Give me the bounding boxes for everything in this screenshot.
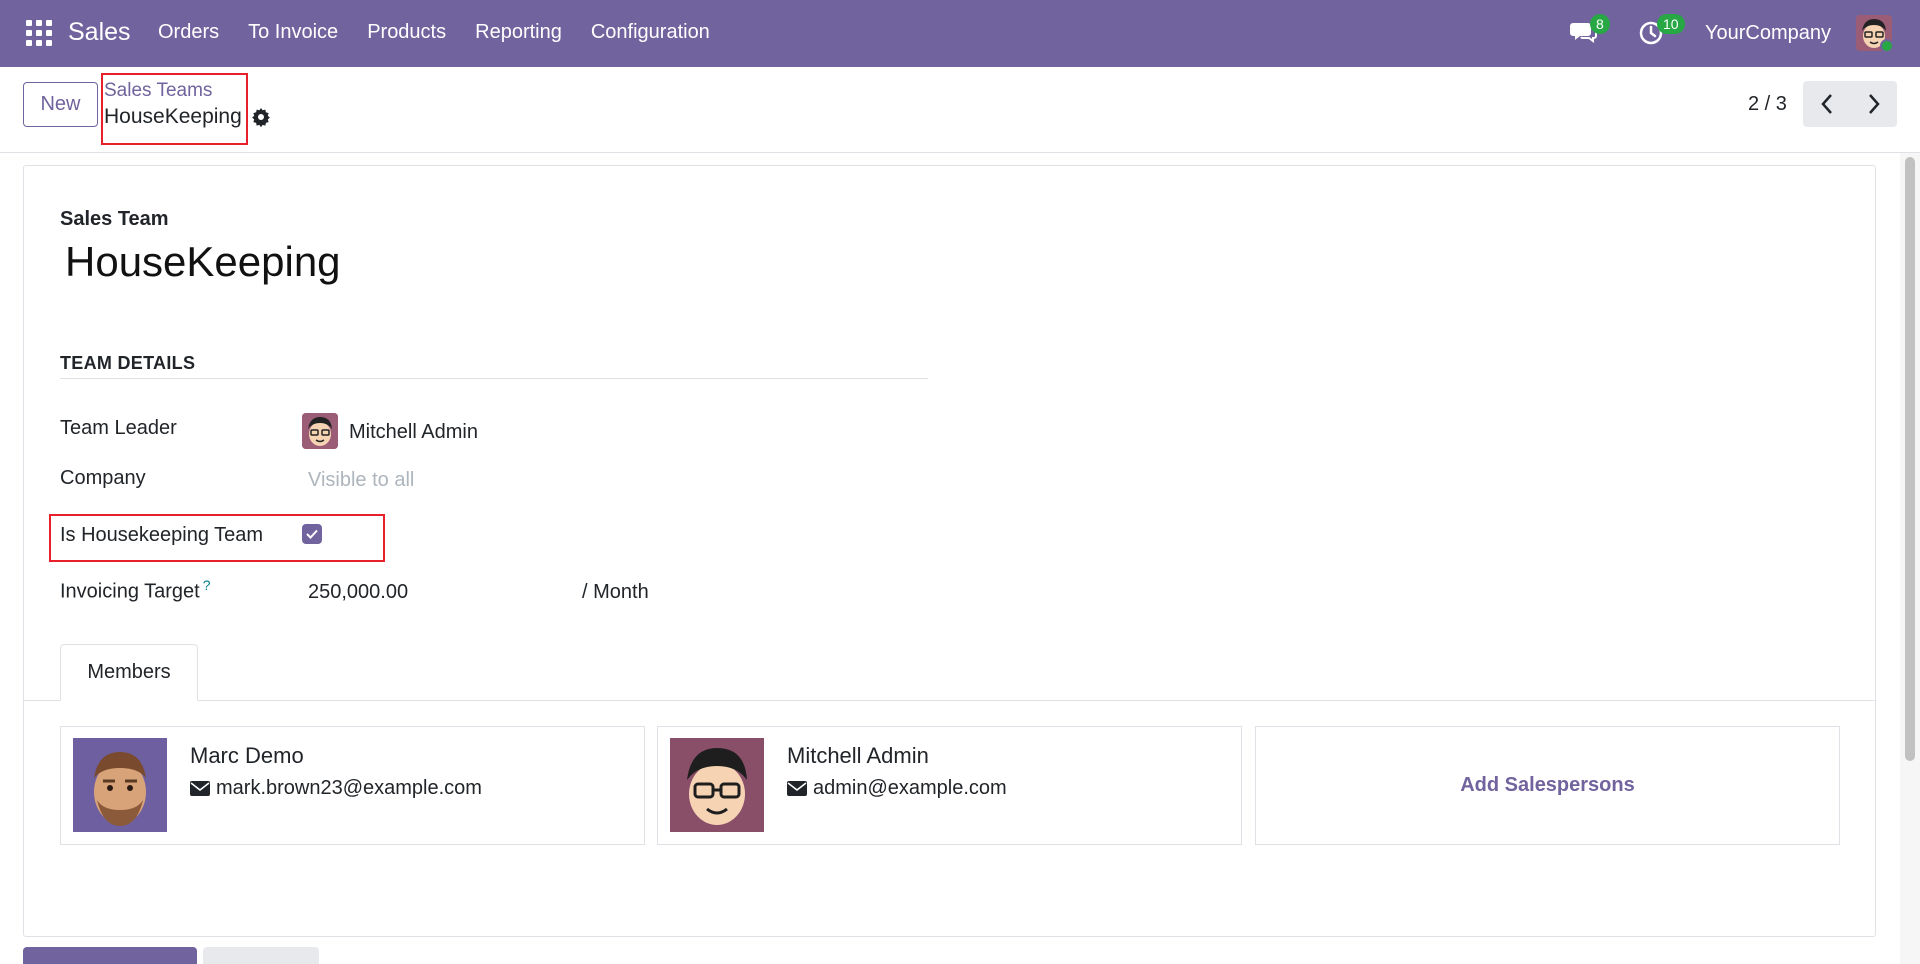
member-card-marc-demo[interactable]: Marc Demo mark.brown23@example.com [60,726,645,845]
team-leader-avatar [302,413,338,449]
add-salespersons-button[interactable]: Add Salespersons [1460,774,1635,797]
activities-button[interactable]: 10 [1637,14,1685,50]
invoicing-unit: / Month [582,581,649,603]
scrollbar-thumb[interactable] [1905,157,1915,761]
pager-previous-button[interactable] [1803,81,1850,127]
pager-next-button[interactable] [1850,81,1897,127]
team-details-heading: TEAM DETAILS [60,353,196,373]
tabs-divider [24,700,1875,701]
section-divider [60,378,928,379]
sales-team-label: Sales Team [60,208,169,230]
add-salespersons-card[interactable]: Add Salespersons [1255,726,1840,845]
housekeeping-highlight-box [49,514,385,562]
member-avatar [670,738,764,832]
pager-value: 2 / 3 [1748,93,1787,115]
online-status-dot [1880,39,1894,53]
company-field[interactable]: Visible to all [308,469,414,492]
menu-item-orders[interactable]: Orders [158,21,219,44]
menu-item-reporting[interactable]: Reporting [475,21,562,44]
chatter-log-note-button[interactable] [203,947,319,964]
company-switcher[interactable]: YourCompany [1705,22,1831,45]
member-card-mitchell-admin[interactable]: Mitchell Admin admin@example.com [657,726,1242,845]
tab-members[interactable]: Members [60,644,198,701]
top-navbar: Sales Orders To Invoice Products Reporti… [0,0,1920,67]
app-brand[interactable]: Sales [68,18,131,47]
member-name: Marc Demo [190,743,304,768]
sales-team-name-field[interactable]: HouseKeeping [65,238,341,286]
chatter-send-message-button[interactable] [23,947,197,964]
envelope-icon [190,781,210,796]
invoicing-target-text: Invoicing Target [60,580,200,603]
member-email-row: mark.brown23@example.com [190,777,482,800]
member-email: mark.brown23@example.com [216,777,482,799]
control-panel: New Sales Teams HouseKeeping 2 / 3 [0,67,1920,153]
invoicing-target-field[interactable]: 250,000.00 [308,581,408,604]
team-leader-field[interactable]: Mitchell Admin [349,421,478,444]
envelope-icon [787,781,807,796]
chevron-right-icon [1868,94,1880,114]
member-avatar [73,738,167,832]
new-button[interactable]: New [23,82,98,127]
messages-button[interactable]: 8 [1570,14,1610,50]
member-email-row: admin@example.com [787,777,1007,800]
team-leader-label: Team Leader [60,417,177,439]
gear-icon[interactable] [251,107,271,127]
menu-item-products[interactable]: Products [367,21,446,44]
member-name: Mitchell Admin [787,743,929,768]
menu-item-configuration[interactable]: Configuration [591,21,710,44]
invoicing-target-label: Invoicing Target? [60,577,211,604]
breadcrumb-highlight-box [101,73,248,145]
activities-badge: 10 [1657,14,1685,34]
messages-badge: 8 [1590,14,1610,34]
main-menu: Orders To Invoice Products Reporting Con… [158,21,739,44]
menu-item-to-invoice[interactable]: To Invoice [248,21,338,44]
chevron-left-icon [1820,94,1832,114]
vertical-scrollbar[interactable] [1900,153,1920,964]
member-email: admin@example.com [813,777,1007,799]
company-label: Company [60,467,146,489]
apps-menu-icon[interactable] [26,20,52,46]
help-tooltip-icon[interactable]: ? [203,577,211,593]
